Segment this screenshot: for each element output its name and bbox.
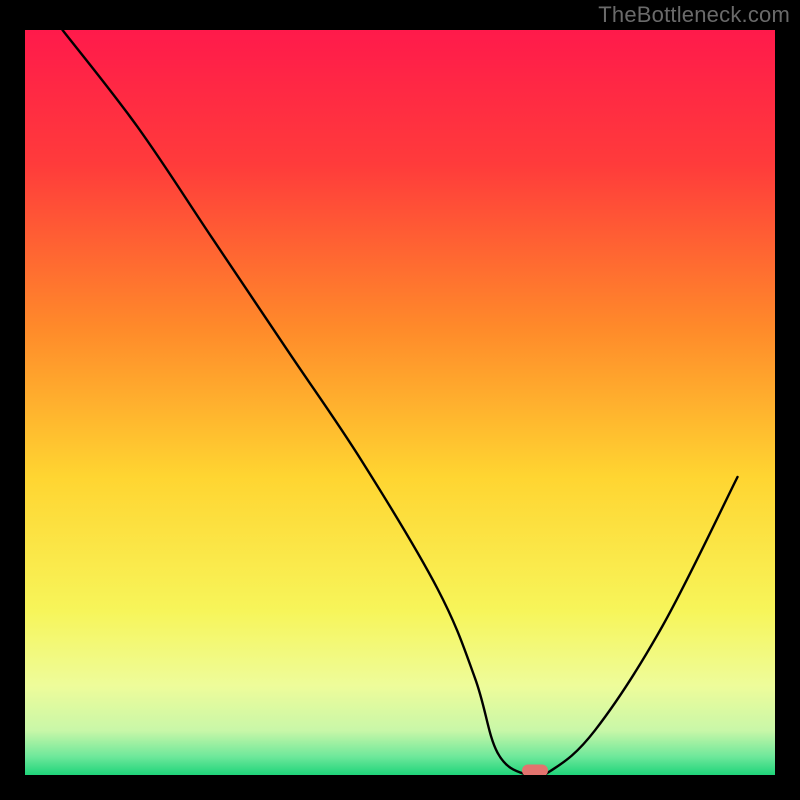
plot-background — [25, 30, 775, 775]
chart-frame: TheBottleneck.com — [0, 0, 800, 800]
bottleneck-chart — [0, 0, 800, 800]
optimal-marker — [522, 765, 548, 777]
